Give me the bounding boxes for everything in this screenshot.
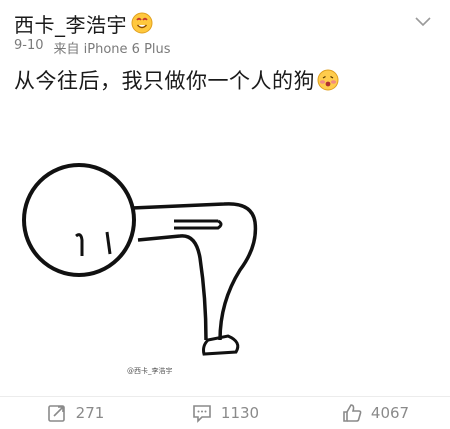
post-timestamp: 9-10 (14, 38, 44, 53)
action-bar: 271 1130 4067 (0, 396, 450, 429)
chevron-down-icon (415, 17, 431, 27)
weibo-post: 西卡_李浩宇 9-10 来自 iPhone 6 Plus 从今往后，我只做你一个… (0, 0, 450, 429)
post-source: 来自 iPhone 6 Plus (53, 42, 171, 57)
repost-button[interactable]: 271 (0, 397, 150, 429)
figure-face-right-mark (105, 231, 112, 255)
figure-foot (202, 334, 240, 356)
figure-head (22, 163, 136, 277)
more-options-button[interactable] (410, 12, 436, 32)
figure-torso (131, 202, 258, 341)
image-watermark: @西卡_李浩宇 (127, 367, 173, 375)
comment-icon (193, 405, 211, 423)
post-content: 从今往后，我只做你一个人的狗 (14, 65, 339, 95)
comment-button[interactable]: 1130 (150, 397, 300, 429)
author-name[interactable]: 西卡_李浩宇 (14, 9, 127, 38)
like-button[interactable]: 4067 (300, 397, 450, 429)
post-meta: 9-10 来自 iPhone 6 Plus (14, 38, 171, 57)
blushing-face-emoji-icon (317, 69, 339, 91)
author-row: 西卡_李浩宇 (14, 9, 153, 38)
figure-face-left-mark (75, 233, 84, 256)
repost-icon (47, 405, 65, 422)
post-text: 从今往后，我只做你一个人的狗 (14, 69, 315, 93)
comment-count: 1130 (220, 404, 260, 422)
like-count: 4067 (370, 404, 410, 422)
figure-torso-lower (137, 234, 208, 341)
post-header: 西卡_李浩宇 9-10 来自 iPhone 6 Plus (14, 6, 440, 60)
stick-figure-bowing-drawing (22, 163, 258, 356)
thumbs-up-icon (343, 404, 362, 422)
post-image[interactable]: @西卡_李浩宇 (14, 118, 436, 386)
smiling-face-badge-icon (131, 12, 153, 34)
repost-count: 271 (75, 404, 105, 422)
